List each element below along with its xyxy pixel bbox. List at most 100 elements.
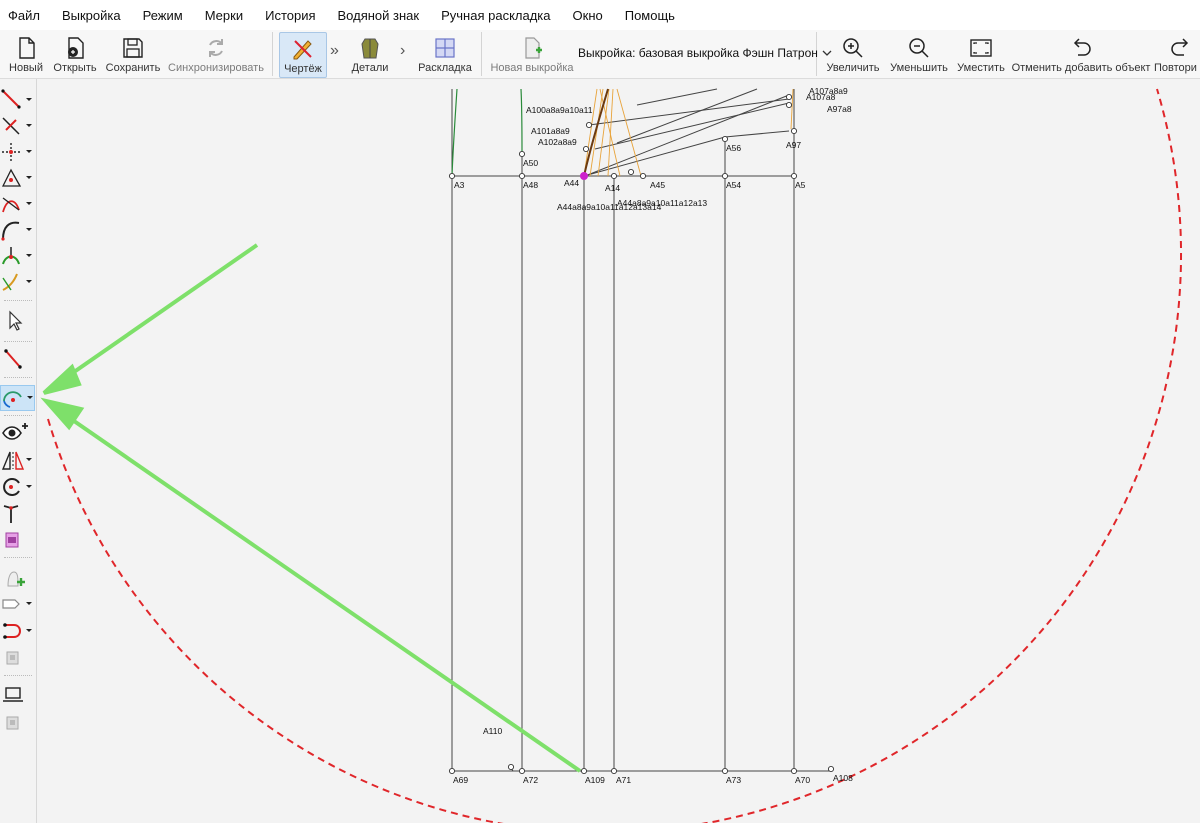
point-a54[interactable]	[721, 172, 729, 180]
pointer-tool-icon	[9, 310, 23, 331]
armhole-curve[interactable]	[583, 88, 609, 177]
orange-line[interactable]	[607, 88, 614, 177]
line-upper-1[interactable]	[636, 88, 718, 106]
chevron-down-icon	[822, 50, 832, 56]
line-a56-a97[interactable]	[724, 130, 790, 138]
detail-tool-button[interactable]	[0, 592, 34, 616]
point-a71[interactable]	[610, 767, 618, 775]
point-a44-ext[interactable]	[627, 168, 635, 176]
point-on-line-tool-button[interactable]	[0, 114, 34, 138]
rotation-tool-button[interactable]	[0, 475, 34, 499]
green-curve-a50[interactable]	[520, 88, 523, 155]
redo-button[interactable]: Повтори	[1154, 32, 1200, 76]
point-a97[interactable]	[790, 127, 798, 135]
menu-watermark[interactable]: Водяной знак	[328, 8, 432, 23]
draft-mode-button[interactable]: Чертёж	[279, 32, 327, 78]
undo-button[interactable]: Отменить добавить объект	[1011, 32, 1151, 76]
new-button[interactable]: Новый	[6, 32, 46, 76]
sync-label: Синхронизировать	[168, 62, 264, 74]
point-on-line-tool-icon	[2, 117, 32, 135]
point-a102[interactable]	[582, 145, 590, 153]
layout-mode-button[interactable]: Раскладка	[418, 32, 472, 76]
save-button[interactable]: Сохранить	[104, 32, 162, 76]
sync-button[interactable]: Синхронизировать	[168, 32, 264, 76]
segment-tool-button[interactable]	[0, 347, 34, 371]
drawing-canvas[interactable]: A3 A48 A50 A100a8a9a10a11 A101a8a9 A102a…	[37, 79, 1200, 823]
point-a70[interactable]	[790, 767, 798, 775]
true-dart-tool-icon	[3, 505, 19, 523]
point-a73[interactable]	[721, 767, 729, 775]
palette-separator	[4, 300, 32, 301]
fit-button[interactable]: Уместить	[956, 32, 1006, 76]
line-a100-a107[interactable]	[588, 98, 790, 126]
arrow-bottom	[59, 410, 582, 773]
path-tool-button[interactable]	[0, 619, 34, 643]
point-a110[interactable]	[507, 763, 515, 771]
triangle-tool-button[interactable]	[0, 166, 34, 190]
point-a5[interactable]	[790, 172, 798, 180]
line-upper-3[interactable]	[584, 94, 790, 177]
arc-with-radius-tool-button[interactable]	[0, 385, 35, 411]
export-layout-button[interactable]	[0, 711, 34, 735]
menu-window[interactable]: Окно	[563, 8, 615, 23]
menu-file[interactable]: Файл	[0, 8, 52, 23]
zoom-out-icon	[909, 38, 929, 58]
intersection-tool-button[interactable]	[0, 192, 34, 216]
perpendicular-point-tool-button[interactable]	[0, 140, 34, 164]
orange-line[interactable]	[616, 88, 642, 177]
menu-history[interactable]: История	[255, 8, 327, 23]
point-a100[interactable]	[585, 121, 593, 129]
radius-arc[interactable]	[47, 88, 1182, 823]
new-pattern-button[interactable]: Новая выкройка	[490, 32, 574, 76]
spline-tool-button[interactable]	[0, 270, 34, 294]
point-a44-selected[interactable]	[580, 172, 588, 180]
pattern-select[interactable]: Выкройка: базовая выкройка Фэшн Патрон	[578, 46, 832, 60]
label-a3: A3	[454, 180, 465, 190]
point-a108[interactable]	[827, 765, 835, 773]
menu-manual-layout[interactable]: Ручная раскладка	[431, 8, 562, 23]
curve-tool-button[interactable]	[0, 218, 34, 242]
line-tool-button[interactable]	[0, 88, 34, 112]
menu-mode[interactable]: Режим	[133, 8, 195, 23]
zoom-in-button[interactable]: Увеличить	[826, 32, 880, 76]
point-a3[interactable]	[448, 172, 456, 180]
new-detail-button[interactable]	[0, 566, 34, 590]
arc-intersection-tool-button[interactable]	[0, 244, 34, 268]
pattern-drawing[interactable]: A3 A48 A50 A100a8a9a10a11 A101a8a9 A102a…	[37, 79, 1200, 823]
details-mode-button[interactable]: Детали	[348, 32, 392, 76]
orange-line[interactable]	[599, 88, 621, 177]
visibility-group-button[interactable]	[0, 421, 34, 445]
point-a69[interactable]	[448, 767, 456, 775]
line-a44-a56[interactable]	[583, 136, 726, 177]
label-a50: A50	[523, 158, 538, 168]
mirror-tool-button[interactable]	[0, 448, 34, 472]
union-details-button[interactable]	[0, 646, 34, 670]
menu-pattern[interactable]: Выкройка	[52, 8, 133, 23]
point-a14[interactable]	[610, 172, 618, 180]
export-picture-button[interactable]	[0, 528, 34, 552]
pointer-tool-button[interactable]	[0, 309, 34, 333]
layout-settings-button[interactable]	[0, 683, 34, 707]
point-a109[interactable]	[580, 767, 588, 775]
menu-bar: Файл Выкройка Режим Мерки История Водяно…	[0, 0, 1200, 30]
point-a72[interactable]	[518, 767, 526, 775]
point-a48[interactable]	[518, 172, 526, 180]
point-a107[interactable]	[785, 93, 793, 101]
point-a45[interactable]	[639, 172, 647, 180]
zoom-out-button[interactable]: Уменьшить	[889, 32, 949, 76]
open-label: Открыть	[53, 62, 97, 74]
orange-line[interactable]	[589, 88, 604, 177]
point-a107a8[interactable]	[785, 101, 793, 109]
open-button[interactable]: Открыть	[52, 32, 98, 76]
menu-measurements[interactable]: Мерки	[195, 8, 255, 23]
menu-help[interactable]: Помощь	[615, 8, 687, 23]
point-a56[interactable]	[721, 135, 729, 143]
label-a54: A54	[726, 180, 741, 190]
undo-label: Отменить добавить объект	[1011, 62, 1151, 74]
line-a101-a107[interactable]	[594, 102, 790, 150]
green-curve-left[interactable]	[451, 88, 458, 177]
draft-label: Чертёж	[284, 63, 322, 75]
true-dart-tool-button[interactable]	[0, 501, 34, 525]
point-a50[interactable]	[518, 150, 526, 158]
triangle-tool-icon	[1, 168, 32, 187]
